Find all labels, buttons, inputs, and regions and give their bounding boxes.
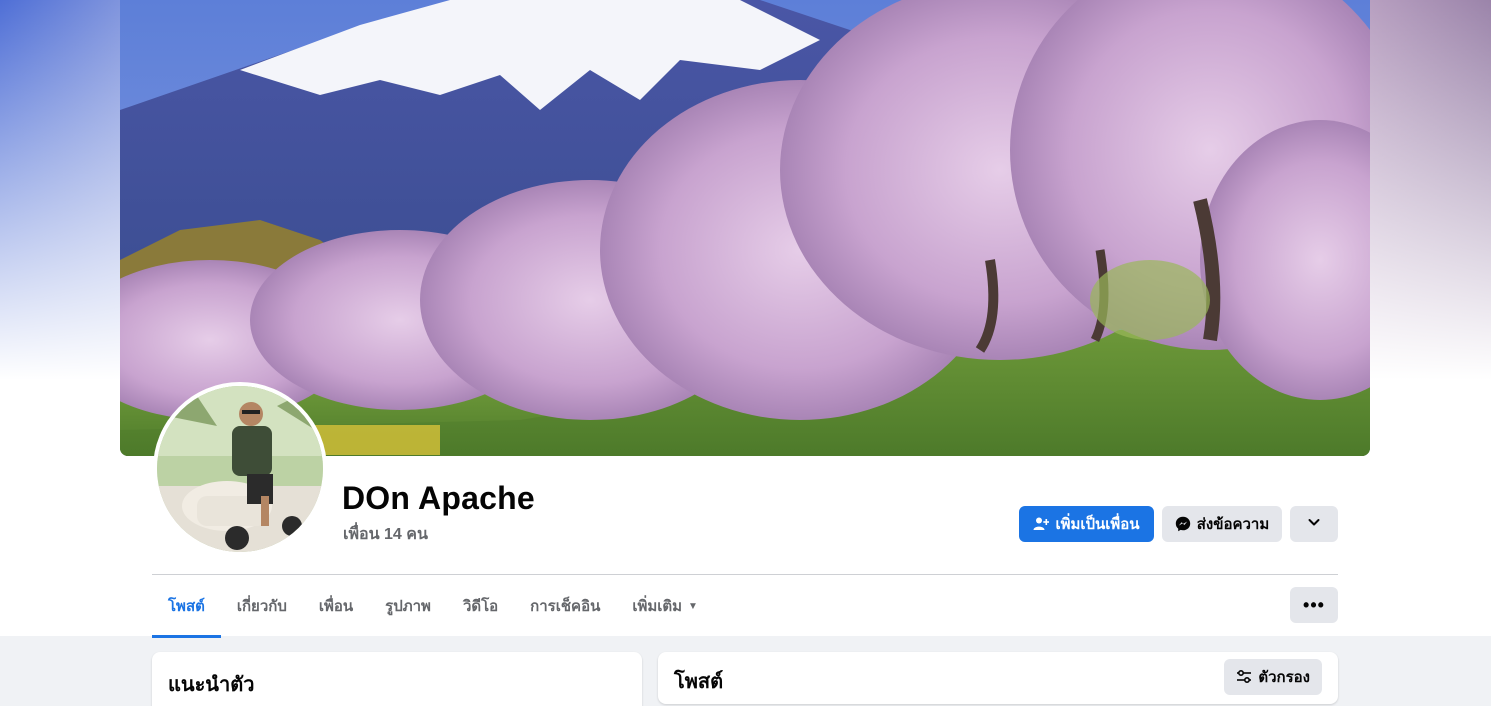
filter-label: ตัวกรอง: [1258, 669, 1310, 686]
posts-card: โพสต์ ตัวกรอง: [658, 652, 1338, 704]
posts-title: โพสต์: [674, 671, 724, 693]
filter-button[interactable]: ตัวกรอง: [1224, 659, 1322, 695]
profile-tabs: โพสต์ เกี่ยวกับ เพื่อน รูปภาพ วิดีโอ การ…: [152, 576, 714, 638]
add-friend-button[interactable]: เพิ่มเป็นเพื่อน: [1019, 506, 1154, 542]
add-friend-label: เพิ่มเป็นเพื่อน: [1055, 516, 1140, 533]
tab-label: เพื่อน: [318, 598, 354, 615]
more-options-button[interactable]: •••: [1290, 587, 1338, 623]
tab-label: เพิ่มเติม: [632, 598, 683, 615]
tab-label: รูปภาพ: [385, 598, 431, 615]
chevron-down-icon: [1307, 515, 1321, 533]
tab-more[interactable]: เพิ่มเติม ▼: [616, 576, 714, 636]
intro-card: แนะนำตัว: [152, 652, 642, 706]
profile-name: DOn Apache: [342, 480, 535, 516]
header-divider: [152, 574, 1338, 575]
message-button[interactable]: ส่งข้อความ: [1162, 506, 1282, 542]
tab-photos[interactable]: รูปภาพ: [369, 576, 447, 636]
profile-dropdown-button[interactable]: [1290, 506, 1338, 542]
message-label: ส่งข้อความ: [1196, 516, 1270, 533]
tab-about[interactable]: เกี่ยวกับ: [221, 576, 303, 636]
intro-title: แนะนำตัว: [168, 674, 255, 696]
friends-count[interactable]: เพื่อน 14 คน: [343, 522, 428, 547]
tab-label: โพสต์: [168, 598, 205, 615]
sliders-icon: [1236, 669, 1252, 685]
profile-picture[interactable]: [153, 382, 327, 556]
avatar: [157, 386, 323, 552]
ellipsis-icon: •••: [1303, 594, 1325, 615]
tab-friends[interactable]: เพื่อน: [303, 576, 369, 636]
tab-label: การเช็คอิน: [530, 598, 601, 615]
tab-check-ins[interactable]: การเช็คอิน: [514, 576, 616, 636]
caret-down-icon: ▼: [688, 600, 698, 612]
messenger-icon: [1175, 516, 1191, 532]
tab-label: เกี่ยวกับ: [236, 598, 287, 615]
tab-label: วิดีโอ: [462, 598, 499, 615]
tab-posts[interactable]: โพสต์: [152, 576, 221, 638]
person-plus-icon: [1033, 516, 1050, 532]
tab-videos[interactable]: วิดีโอ: [447, 576, 514, 636]
